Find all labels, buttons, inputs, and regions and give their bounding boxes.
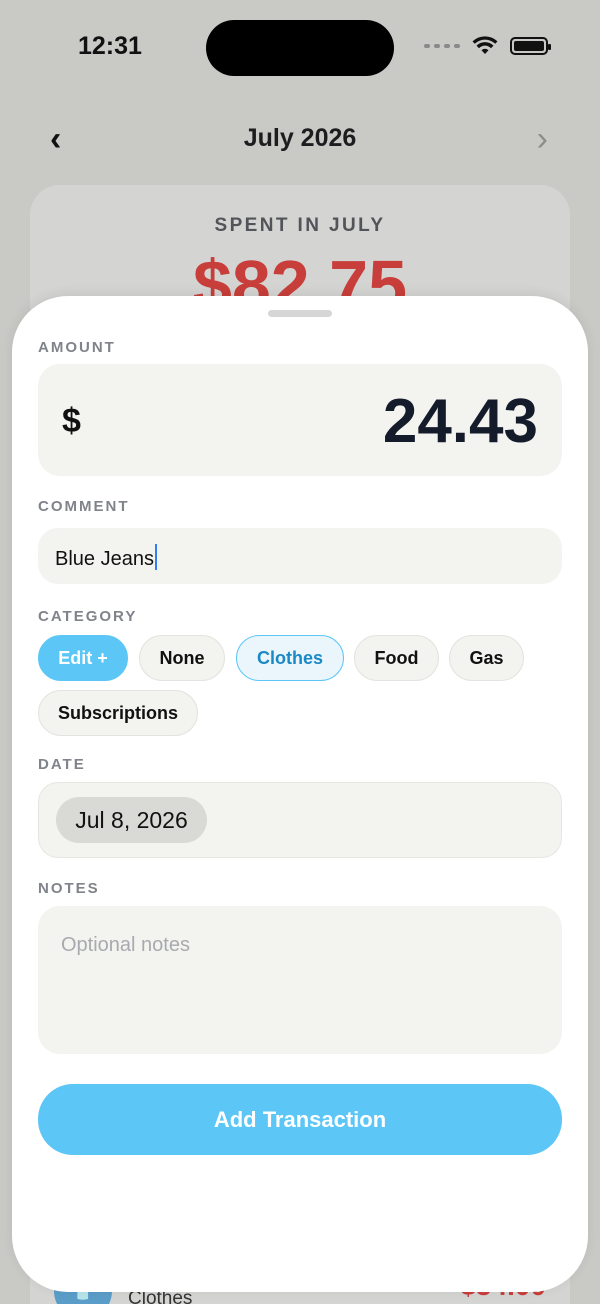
category-chip-none[interactable]: None bbox=[139, 635, 225, 681]
sheet-grabber[interactable] bbox=[268, 310, 332, 317]
currency-symbol: $ bbox=[62, 402, 81, 440]
notes-label: NOTES bbox=[38, 880, 100, 897]
amount-field[interactable]: $ 24.43 bbox=[38, 364, 562, 476]
month-navigation: ‹ July 2026 › bbox=[0, 110, 600, 166]
edit-categories-button[interactable]: Edit + bbox=[38, 635, 128, 681]
amount-label: AMOUNT bbox=[38, 339, 116, 356]
status-icons bbox=[424, 36, 551, 56]
month-title: July 2026 bbox=[243, 124, 357, 152]
summary-label: SPENT IN JULY bbox=[214, 215, 386, 236]
category-label: CATEGORY bbox=[38, 608, 138, 625]
battery-icon bbox=[510, 37, 551, 55]
date-picker-button[interactable]: Jul 8, 2026 bbox=[56, 797, 207, 843]
add-transaction-button[interactable]: Add Transaction bbox=[38, 1084, 562, 1155]
date-field: Jul 8, 2026 bbox=[38, 782, 562, 858]
date-label: DATE bbox=[38, 756, 86, 773]
comment-value: Blue Jeans bbox=[55, 548, 154, 570]
comment-label: COMMENT bbox=[38, 498, 130, 515]
amount-value: 24.43 bbox=[382, 387, 538, 456]
wifi-icon bbox=[472, 36, 498, 54]
next-month-button[interactable]: › bbox=[537, 120, 548, 159]
text-caret bbox=[154, 544, 157, 570]
clock-time: 12:31 bbox=[78, 32, 142, 60]
category-chip-gas[interactable]: Gas bbox=[449, 635, 524, 681]
category-chip-clothes[interactable]: Clothes bbox=[236, 635, 344, 681]
notes-field[interactable]: Optional notes bbox=[38, 906, 562, 1054]
cellular-signal-icon bbox=[424, 44, 460, 48]
status-bar: 12:31 bbox=[0, 0, 600, 96]
add-transaction-sheet: AMOUNT $ 24.43 COMMENT Blue Jeans CATEGO… bbox=[12, 296, 588, 1292]
dynamic-island bbox=[206, 20, 394, 76]
category-chip-subscriptions[interactable]: Subscriptions bbox=[38, 690, 198, 736]
comment-field[interactable]: Blue Jeans bbox=[38, 528, 562, 584]
notes-placeholder: Optional notes bbox=[61, 934, 190, 956]
category-chip-food[interactable]: Food bbox=[354, 635, 439, 681]
